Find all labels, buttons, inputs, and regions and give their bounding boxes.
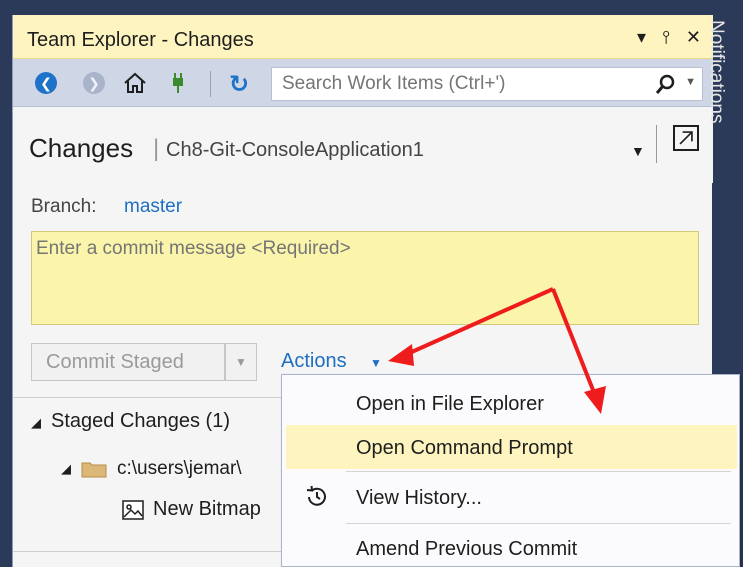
- menu-item-label: Open in File Explorer: [356, 393, 544, 415]
- window-menu-dropdown-icon[interactable]: ▾: [637, 27, 646, 48]
- close-icon[interactable]: ✕: [686, 27, 701, 48]
- menu-separator: [346, 523, 731, 524]
- staged-changes-header[interactable]: ◢ Staged Changes (1): [31, 410, 230, 433]
- staged-changes-label: Staged Changes (1): [51, 410, 231, 432]
- home-icon[interactable]: [123, 72, 147, 94]
- commit-staged-button[interactable]: Commit Staged: [31, 343, 225, 381]
- history-icon: [306, 485, 326, 506]
- notifications-tab[interactable]: Notifications: [705, 20, 727, 124]
- title-separator: |: [153, 135, 160, 162]
- repository-name: Ch8-Git-ConsoleApplication1: [166, 139, 424, 161]
- search-options-chevron-icon[interactable]: ▼: [685, 76, 696, 88]
- menu-item-view-history[interactable]: View History...: [286, 475, 737, 519]
- undock-popout-icon[interactable]: [673, 125, 699, 151]
- page-dropdown-chevron-icon[interactable]: ▼: [631, 143, 645, 159]
- commit-message-input[interactable]: [32, 232, 698, 324]
- page-title: Changes: [29, 133, 134, 163]
- page-header: Changes | Ch8-Git-ConsoleApplication1 ▼: [13, 107, 713, 183]
- branch-label: Branch:: [31, 196, 97, 217]
- menu-item-label: Amend Previous Commit: [356, 538, 578, 560]
- toolbar-separator: [210, 71, 211, 97]
- folder-icon: [81, 462, 107, 478]
- connect-plug-icon[interactable]: [169, 72, 187, 94]
- title-bar: Team Explorer - Changes ▾ ⫯ ✕: [13, 15, 713, 59]
- file-name: New Bitmap: [153, 498, 261, 520]
- refresh-icon[interactable]: ↻: [229, 70, 249, 99]
- file-node[interactable]: New Bitmap: [121, 498, 261, 521]
- actions-dropdown-menu: Open in File Explorer Open Command Promp…: [281, 374, 740, 567]
- commit-options-chevron-icon[interactable]: ▼: [225, 343, 257, 381]
- menu-item-open-command-prompt[interactable]: Open Command Prompt: [286, 425, 737, 469]
- search-input[interactable]: [272, 68, 632, 100]
- commit-staged-label: Commit Staged: [46, 351, 184, 373]
- search-icon[interactable]: [654, 74, 676, 96]
- actions-link[interactable]: Actions: [281, 350, 347, 373]
- branch-link[interactable]: master: [124, 196, 182, 218]
- image-file-icon: [122, 499, 144, 520]
- menu-item-open-in-file-explorer[interactable]: Open in File Explorer: [286, 381, 737, 425]
- pin-icon[interactable]: ⫯: [662, 27, 670, 48]
- window-title: Team Explorer - Changes: [27, 29, 254, 51]
- commit-message-box: [31, 231, 699, 325]
- folder-path: c:\users\jemar\: [117, 458, 242, 479]
- actions-chevron-icon[interactable]: ▼: [370, 356, 382, 370]
- menu-item-label: View History...: [356, 487, 482, 509]
- toolbar: ❮ ❯ ↻ ▼: [13, 59, 713, 107]
- search-work-items: ▼: [271, 67, 703, 101]
- menu-separator: [346, 471, 731, 472]
- folder-node[interactable]: ◢ c:\users\jemar\: [61, 458, 242, 480]
- forward-arrow-icon[interactable]: ❯: [83, 72, 105, 94]
- collapse-triangle-icon[interactable]: ◢: [31, 415, 41, 430]
- collapse-triangle-icon[interactable]: ◢: [61, 461, 71, 477]
- window-controls: ▾ ⫯ ✕: [637, 27, 701, 48]
- menu-item-amend-previous-commit[interactable]: Amend Previous Commit: [286, 526, 737, 567]
- menu-item-label: Open Command Prompt: [356, 437, 573, 459]
- header-separator: [656, 125, 657, 163]
- back-arrow-icon[interactable]: ❮: [35, 72, 57, 94]
